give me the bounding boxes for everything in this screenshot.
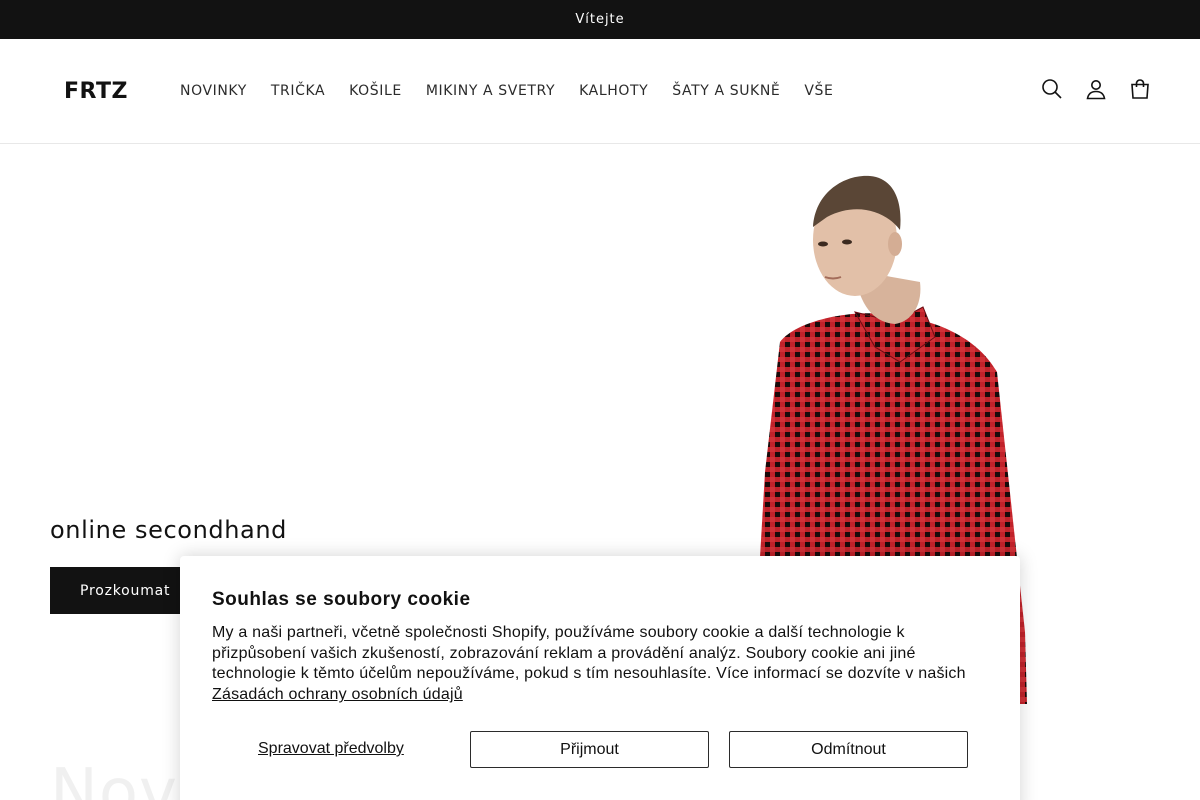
header-icons — [1040, 77, 1152, 101]
announcement-bar: Vítejte — [0, 0, 1200, 39]
cookie-description: My a naši partneři, včetně společnosti S… — [212, 623, 982, 706]
cookie-consent-dialog: Souhlas se soubory cookie My a naši part… — [180, 556, 1020, 800]
store-logo[interactable]: FRTZ — [64, 79, 128, 104]
main-navigation: NOVINKY TRIČKA KOŠILE MIKINY A SVETRY KA… — [168, 80, 845, 102]
explore-button[interactable]: Prozkoumat — [50, 567, 200, 614]
site-header: FRTZ NOVINKY TRIČKA KOŠILE MIKINY A SVET… — [0, 39, 1200, 144]
nav-item-vse[interactable]: VŠE — [792, 80, 845, 102]
manage-preferences-button[interactable]: Spravovat předvolby — [258, 740, 404, 758]
account-icon[interactable] — [1084, 77, 1108, 101]
cookie-title: Souhlas se soubory cookie — [212, 589, 471, 610]
nav-item-novinky[interactable]: NOVINKY — [168, 80, 259, 102]
new-arrivals-heading: Nov — [50, 756, 178, 800]
privacy-policy-link[interactable]: Zásadách ochrany osobních údajů — [212, 686, 463, 703]
nav-item-tricka[interactable]: TRIČKA — [259, 80, 337, 102]
nav-item-kosile[interactable]: KOŠILE — [337, 80, 414, 102]
announcement-text: Vítejte — [575, 12, 625, 27]
decline-button[interactable]: Odmítnout — [729, 731, 968, 768]
search-icon[interactable] — [1040, 77, 1064, 101]
nav-item-saty-a-sukne[interactable]: ŠATY A SUKNĚ — [660, 80, 792, 102]
hero-title: online secondhand — [50, 516, 287, 544]
cookie-actions: Spravovat předvolby Přijmout Odmítnout — [212, 731, 972, 768]
nav-item-mikiny-a-svetry[interactable]: MIKINY A SVETRY — [414, 80, 567, 102]
cookie-body-text: My a naši partneři, včetně společnosti S… — [212, 624, 966, 683]
cart-icon[interactable] — [1128, 77, 1152, 101]
accept-button[interactable]: Přijmout — [470, 731, 709, 768]
nav-item-kalhoty[interactable]: KALHOTY — [567, 80, 660, 102]
